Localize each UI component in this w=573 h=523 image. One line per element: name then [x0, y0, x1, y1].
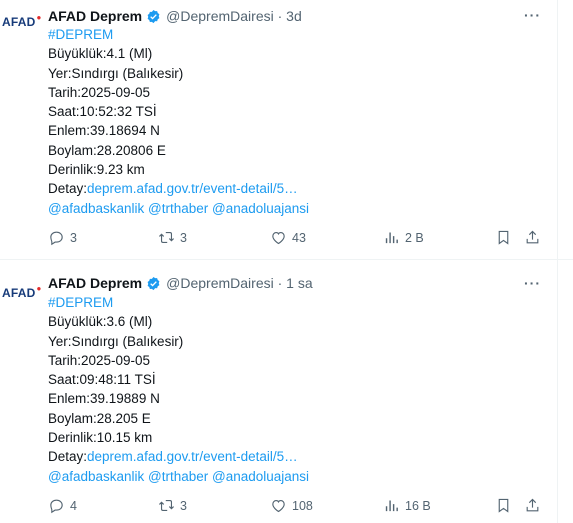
- author-name[interactable]: AFAD Deprem: [48, 8, 142, 24]
- action-bar: 4 3 108 16 B: [48, 497, 548, 517]
- reply-button[interactable]: 3: [48, 229, 77, 246]
- share-button[interactable]: [524, 229, 541, 246]
- verified-badge-icon: [147, 276, 160, 290]
- like-count: 108: [292, 498, 313, 513]
- share-icon: [526, 230, 539, 244]
- author-handle[interactable]: @DepremDairesi: [166, 275, 274, 291]
- bookmark-icon: [498, 498, 509, 513]
- location-line: Yer:Sındırgı (Balıkesir): [48, 65, 184, 81]
- retweet-icon: [159, 499, 174, 512]
- hashtag-link[interactable]: #DEPREM: [48, 25, 309, 44]
- time-line: Saat:09:48:11 TSİ: [48, 372, 156, 388]
- verified-badge-icon: [147, 9, 160, 23]
- share-icon: [526, 498, 539, 512]
- views-icon: [385, 232, 398, 244]
- like-icon: [272, 231, 285, 245]
- detail-line: Detay:deprem.afad.gov.tr/event-detail/5…: [48, 447, 309, 466]
- retweet-count: 3: [180, 498, 187, 513]
- tweet-header: AFAD Deprem @DepremDairesi · 3d: [48, 6, 302, 26]
- avatar-logo-dot: ●: [36, 283, 42, 293]
- depth-line: Derinlik:9.23 km: [48, 162, 145, 178]
- tweet-text: #DEPREM Büyüklük:4.1 (Ml) Yer:Sındırgı (…: [48, 25, 309, 218]
- like-button[interactable]: 108: [270, 497, 313, 514]
- views-count: 16 B: [405, 498, 431, 513]
- tweet-time[interactable]: · 3d: [278, 8, 302, 24]
- retweet-icon: [159, 231, 174, 244]
- retweet-button[interactable]: 3: [158, 497, 187, 514]
- bookmark-button[interactable]: [495, 497, 512, 514]
- detail-label: Detay:: [48, 181, 88, 197]
- avatar[interactable]: AFAD ●: [2, 283, 42, 303]
- avatar-logo-dot: ●: [36, 12, 42, 22]
- date-line: Tarih:2025-09-05: [48, 352, 151, 368]
- hashtag-link[interactable]: #DEPREM: [48, 293, 309, 312]
- views-icon: [385, 500, 398, 512]
- avatar-logo-text: AFAD: [2, 15, 36, 29]
- share-button[interactable]: [524, 497, 541, 514]
- more-icon[interactable]: ···: [524, 276, 540, 294]
- magnitude-line: Büyüklük:3.6 (Ml): [48, 314, 153, 330]
- views-button[interactable]: 16 B: [383, 497, 431, 514]
- retweet-count: 3: [180, 230, 187, 245]
- time-line: Saat:10:52:32 TSİ: [48, 104, 157, 120]
- reply-icon: [50, 499, 63, 514]
- views-button[interactable]: 2 B: [383, 229, 424, 246]
- views-count: 2 B: [405, 230, 424, 245]
- longitude-line: Boylam:28.205 E: [48, 410, 151, 426]
- more-icon[interactable]: ···: [524, 8, 540, 26]
- bookmark-icon: [498, 230, 509, 245]
- mentions[interactable]: @afadbaskanlik @trthaber @anadoluajansi: [48, 467, 309, 486]
- detail-link[interactable]: deprem.afad.gov.tr/event-detail/5…: [87, 449, 298, 464]
- action-bar: 3 3 43 2 B: [48, 229, 548, 249]
- avatar-logo-text: AFAD: [2, 286, 36, 300]
- mentions[interactable]: @afadbaskanlik @trthaber @anadoluajansi: [48, 199, 309, 218]
- author-name[interactable]: AFAD Deprem: [48, 275, 142, 291]
- tweet-time[interactable]: · 1 sa: [278, 275, 313, 291]
- date-line: Tarih:2025-09-05: [48, 84, 151, 100]
- tweet-1[interactable]: AFAD ● AFAD Deprem @DepremDairesi · 3d ··…: [0, 0, 573, 260]
- like-icon: [272, 499, 285, 513]
- location-line: Yer:Sındırgı (Balıkesir): [48, 333, 184, 349]
- tweet-2[interactable]: AFAD ● AFAD Deprem @DepremDairesi · 1 sa …: [0, 261, 573, 523]
- longitude-line: Boylam:28.20806 E: [48, 142, 166, 158]
- detail-label: Detay:: [48, 449, 88, 465]
- tweet-header: AFAD Deprem @DepremDairesi · 1 sa: [48, 273, 313, 293]
- detail-line: Detay:deprem.afad.gov.tr/event-detail/5…: [48, 179, 309, 198]
- reply-count: 4: [70, 498, 77, 513]
- bookmark-button[interactable]: [495, 229, 512, 246]
- author-handle[interactable]: @DepremDairesi: [166, 8, 274, 24]
- magnitude-line: Büyüklük:4.1 (Ml): [48, 46, 153, 62]
- reply-icon: [50, 231, 63, 246]
- like-button[interactable]: 43: [270, 229, 306, 246]
- latitude-line: Enlem:39.19889 N: [48, 391, 160, 407]
- depth-line: Derinlik:10.15 km: [48, 430, 153, 446]
- like-count: 43: [292, 230, 306, 245]
- detail-link[interactable]: deprem.afad.gov.tr/event-detail/5…: [87, 181, 298, 196]
- reply-button[interactable]: 4: [48, 497, 77, 514]
- reply-count: 3: [70, 230, 77, 245]
- tweet-text: #DEPREM Büyüklük:3.6 (Ml) Yer:Sındırgı (…: [48, 293, 309, 486]
- avatar[interactable]: AFAD ●: [2, 12, 42, 32]
- latitude-line: Enlem:39.18694 N: [48, 123, 160, 139]
- retweet-button[interactable]: 3: [158, 229, 187, 246]
